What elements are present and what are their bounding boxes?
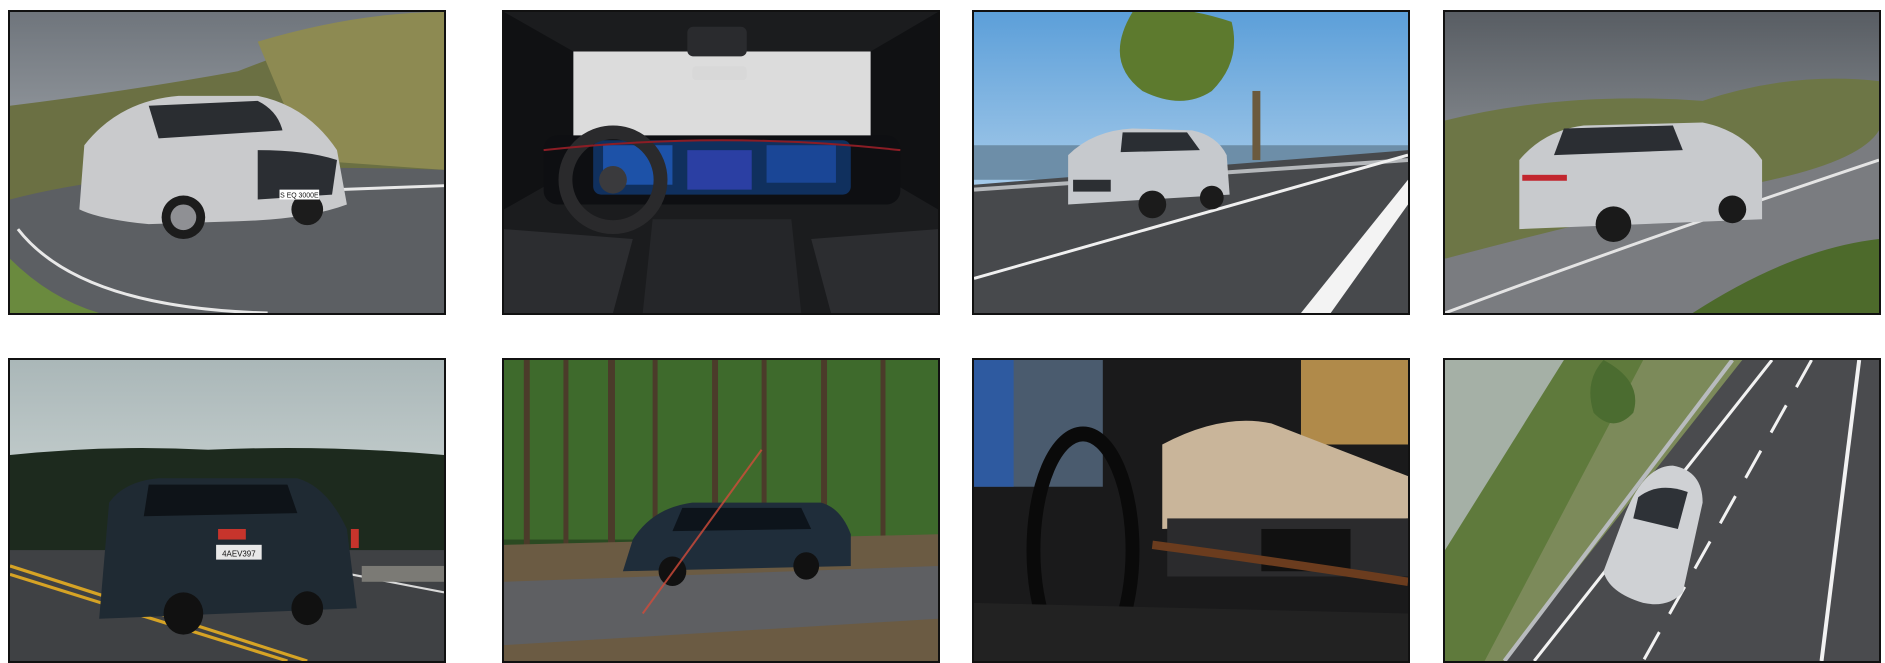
photo-suv-coastal-road	[974, 12, 1408, 313]
image-gallery: S EQ 3000E 4AEV397	[0, 0, 1885, 663]
photo-wagon-forest	[504, 360, 938, 661]
photo-suv-aerial-highway	[1445, 360, 1879, 661]
photo-suv-interior	[504, 12, 938, 313]
gallery-image-4[interactable]	[1443, 10, 1881, 315]
gallery-image-7[interactable]	[972, 358, 1410, 663]
photo-classic-interior	[974, 360, 1408, 661]
gallery-image-6[interactable]	[502, 358, 940, 663]
photo-suv-curve-front: S EQ 3000E	[10, 12, 444, 313]
gallery-image-8[interactable]	[1443, 358, 1881, 663]
gallery-image-2[interactable]	[502, 10, 940, 315]
gallery-image-3[interactable]	[972, 10, 1410, 315]
svg-text:S EQ 3000E: S EQ 3000E	[280, 193, 319, 200]
gallery-image-5[interactable]: 4AEV397	[8, 358, 446, 663]
gallery-image-1[interactable]: S EQ 3000E	[8, 10, 446, 315]
photo-suv-hill-rear	[1445, 12, 1879, 313]
svg-text:4AEV397: 4AEV397	[222, 549, 256, 558]
photo-wagon-rear-road: 4AEV397	[10, 360, 444, 661]
